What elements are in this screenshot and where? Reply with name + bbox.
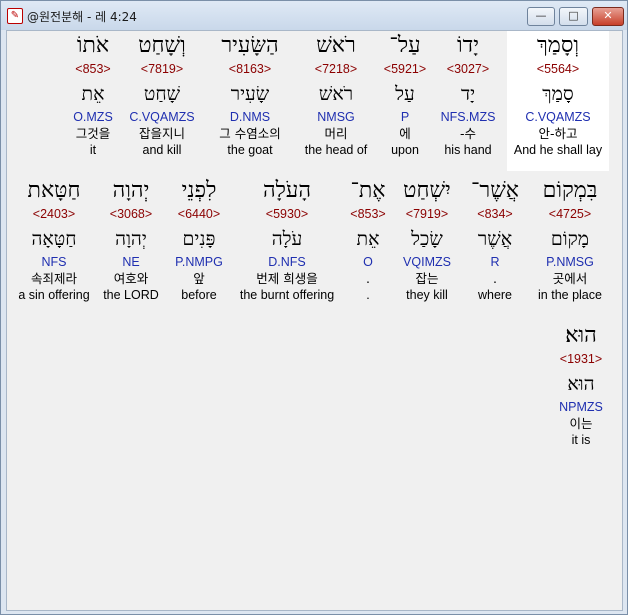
morph-code: NFS [41,255,67,269]
lemma: אֵת [81,83,105,105]
lemma: שָׂעִיר [230,83,270,105]
window-title: @원전분해 - 레 4:24 [27,10,137,24]
close-button[interactable]: ✕ [592,7,624,26]
english-gloss: it [89,143,97,157]
strong-number[interactable]: <5930> [235,206,339,222]
interlinear-panel: וְסָמַךְ <5564> סָמַךְ C.VQAMZS 안-하고 And… [6,30,623,611]
strong-number[interactable]: <853> [42,61,144,77]
hebrew-word: אֹתוֹ [76,33,110,58]
korean-gloss: 그것을 [75,126,111,141]
maximize-button[interactable]: □ [559,7,588,26]
minimize-icon: — [535,9,547,22]
morph-code: C.VQAMZS [525,110,591,124]
hebrew-word: הוּא׃ [565,323,597,348]
lemma: חַטָּאָה [31,228,77,250]
morph-code: NPMZS [559,400,603,414]
english-gloss: a sin offering [18,288,90,302]
english-gloss: it is [571,433,591,447]
app-window: ✎ @원전분해 - 레 4:24 — □ ✕ וְסָמַךְ <5564> ס… [0,0,628,615]
lemma: הוּא [567,373,595,395]
korean-gloss: 그 수염소의 [219,126,281,141]
hebrew-word: וְסָמַךְ [537,33,579,58]
korean-gloss: 안-하고 [538,126,578,141]
korean-gloss: 이는 [569,416,593,431]
minimize-button[interactable]: — [527,7,555,26]
word-cell-3-1[interactable]: הוּא׃ <1931> הוּא NPMZS 이는 it is [531,321,622,448]
word-cell-2-5[interactable]: הָעֹלָה <5930> עֹלָה D.NFS 번제 희생을 the bu… [235,176,339,303]
close-icon: ✕ [603,9,613,22]
app-icon: ✎ [7,8,23,24]
word-cell-2-8[interactable]: חַטָּאת <2403> חַטָּאָה NFS 속죄제라 a sin o… [7,176,101,303]
word-cell-1-5[interactable]: הַשָּׂעִיר <8163> שָׂעִיר D.NMS 그 수염소의 t… [199,31,301,158]
korean-gloss: 번제 희생을 [256,271,318,286]
maximize-icon: □ [568,9,579,22]
english-gloss: the goat [227,143,273,157]
word-cell-1-7[interactable]: אֹתוֹ <853> אֵת O.MZS 그것을 it [42,31,144,158]
lemma: עֹלָה [271,228,303,250]
lemma: סָמַךְ [542,83,574,105]
hebrew-word: חַטָּאת [27,178,81,203]
strong-number[interactable]: <2403> [7,206,101,222]
strong-number[interactable]: <5564> [507,61,609,77]
english-gloss: the burnt offering [239,288,335,302]
title-bar[interactable]: ✎ @원전분해 - 레 4:24 — □ ✕ [1,1,627,30]
strong-number[interactable]: <8163> [199,61,301,77]
korean-gloss: 속죄제라 [30,271,77,286]
english-gloss: And he shall lay [513,143,603,157]
strong-number[interactable]: <1931> [531,351,622,367]
hebrew-word: הָעֹלָה [262,178,312,203]
morph-code: D.NFS [268,255,306,269]
morph-code: D.NMS [229,110,271,124]
word-cell-1-1[interactable]: וְסָמַךְ <5564> סָמַךְ C.VQAMZS 안-하고 And… [507,31,609,171]
morph-code: O.MZS [73,110,113,124]
hebrew-word: הַשָּׂעִיר [221,33,279,58]
